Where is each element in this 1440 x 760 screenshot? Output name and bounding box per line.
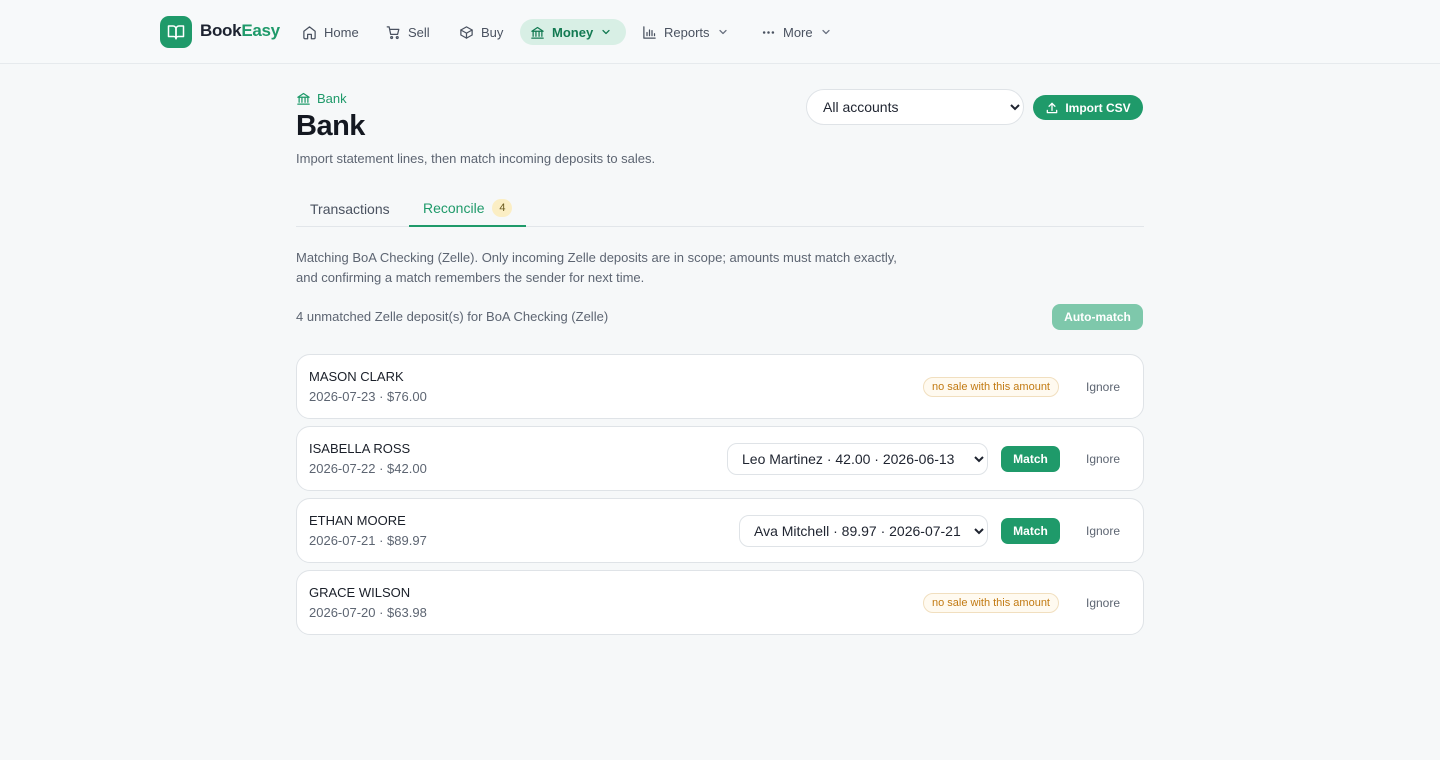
deposit-date-amount: 2026-07-22 · $42.00: [309, 461, 427, 476]
nav-home-label: Home: [324, 24, 359, 40]
box-icon: [460, 25, 473, 39]
deposit-date-amount: 2026-07-20 · $63.98: [309, 605, 427, 620]
ignore-button[interactable]: Ignore: [1073, 446, 1133, 472]
deposit-row: GRACE WILSON 2026-07-20 · $63.98 no sale…: [296, 570, 1144, 635]
brand-name[interactable]: BookEasy: [200, 21, 280, 41]
nav-more[interactable]: More: [751, 19, 842, 45]
breadcrumb[interactable]: Bank: [296, 91, 347, 106]
match-button[interactable]: Match: [1001, 446, 1060, 472]
brand-name-part1: Book: [200, 21, 242, 40]
sale-select[interactable]: Leo Martinez · 42.00 · 2026-06-13: [727, 443, 988, 475]
bank-icon: [297, 92, 310, 105]
import-csv-button[interactable]: Import CSV: [1033, 95, 1143, 120]
unmatched-count: 4 unmatched Zelle deposit(s) for BoA Che…: [296, 309, 609, 324]
page-subtitle: Import statement lines, then match incom…: [296, 151, 656, 166]
open-book-icon: [167, 25, 185, 40]
dots-icon: [762, 30, 775, 34]
chevron-down-icon: [822, 29, 830, 35]
tab-bar: Transactions Reconcile 4: [296, 190, 1144, 227]
no-sale-badge: no sale with this amount: [922, 377, 1059, 397]
sale-select[interactable]: Ava Mitchell · 89.97 · 2026-07-21: [739, 515, 988, 547]
scope-description: Matching BoA Checking (Zelle). Only inco…: [296, 248, 976, 288]
ignore-button[interactable]: Ignore: [1073, 374, 1133, 400]
import-csv-label: Import CSV: [1065, 100, 1131, 115]
logo[interactable]: [160, 16, 192, 48]
nav-more-label: More: [783, 24, 813, 40]
nav-reports-label: Reports: [664, 24, 710, 40]
deposit-row: ETHAN MOORE 2026-07-21 · $89.97 Ava Mitc…: [296, 498, 1144, 563]
deposit-row: ISABELLA ROSS 2026-07-22 · $42.00 Leo Ma…: [296, 426, 1144, 491]
deposit-date-amount: 2026-07-23 · $76.00: [309, 389, 427, 404]
count-badge: 4: [492, 198, 513, 217]
nav-buy-label: Buy: [481, 24, 504, 40]
bar-chart-icon: [643, 25, 656, 39]
deposit-sender: ISABELLA ROSS: [309, 441, 411, 456]
scope-line-1: Matching BoA Checking (Zelle). Only inco…: [296, 250, 897, 265]
scope-line-2: and confirming a match remembers the sen…: [296, 270, 645, 285]
deposit-sender: ETHAN MOORE: [309, 513, 406, 528]
deposit-row: MASON CLARK 2026-07-23 · $76.00 no sale …: [296, 354, 1144, 419]
tab-transactions-label: Transactions: [310, 200, 390, 217]
nav-reports[interactable]: Reports: [632, 19, 739, 45]
tab-transactions[interactable]: Transactions: [296, 190, 404, 227]
bank-icon: [531, 26, 544, 39]
chevron-down-icon: [718, 29, 727, 35]
top-navbar: BookEasy Home Sell Buy Money Reports Mor…: [0, 0, 1440, 64]
auto-match-button[interactable]: Auto-match: [1052, 304, 1143, 330]
tab-reconcile-label: Reconcile: [423, 199, 485, 216]
page-title: Bank: [296, 110, 365, 142]
nav-money[interactable]: Money: [520, 19, 626, 45]
deposit-sender: GRACE WILSON: [309, 585, 411, 600]
deposit-date-amount: 2026-07-21 · $89.97: [309, 533, 427, 548]
nav-sell[interactable]: Sell: [376, 19, 440, 45]
cart-icon: [386, 25, 400, 39]
no-sale-badge: no sale with this amount: [922, 593, 1059, 613]
home-icon: [303, 25, 316, 39]
ignore-button[interactable]: Ignore: [1073, 590, 1133, 616]
upload-icon: [1047, 102, 1058, 113]
tab-reconcile[interactable]: Reconcile 4: [409, 190, 527, 227]
nav-buy[interactable]: Buy: [449, 19, 513, 45]
account-select[interactable]: All accounts: [806, 89, 1024, 125]
nav-money-label: Money: [552, 24, 594, 40]
match-button[interactable]: Match: [1001, 518, 1060, 544]
nav-sell-label: Sell: [408, 24, 430, 40]
chevron-down-icon: [602, 29, 610, 35]
breadcrumb-label: Bank: [317, 91, 347, 106]
nav-home[interactable]: Home: [292, 19, 369, 45]
deposit-sender: MASON CLARK: [309, 369, 404, 384]
ignore-button[interactable]: Ignore: [1073, 518, 1133, 544]
brand-name-part2: Easy: [241, 21, 280, 40]
